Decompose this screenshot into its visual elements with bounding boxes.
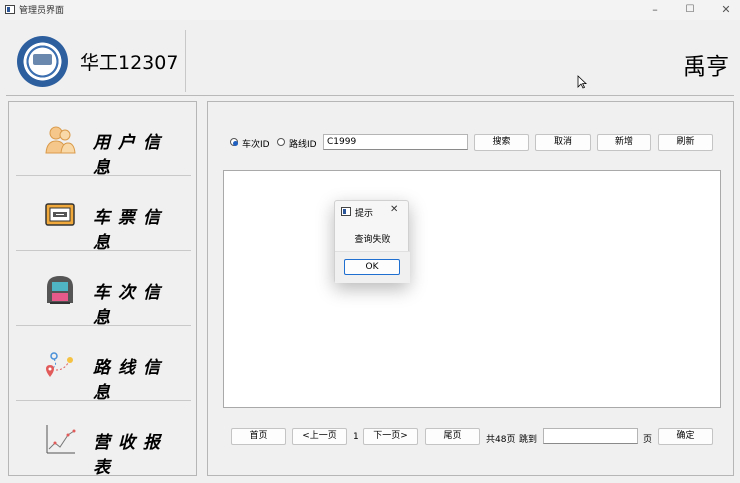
- sidebar-item-routes[interactable]: 路线信息: [16, 327, 191, 403]
- dialog-app-icon: [341, 207, 351, 216]
- university-logo: [17, 36, 68, 87]
- minimize-button[interactable]: –: [647, 2, 663, 18]
- jump-label: 跳到: [519, 435, 538, 445]
- results-table[interactable]: [223, 170, 721, 408]
- dialog-message: 查询失败: [354, 235, 391, 245]
- train-icon: [47, 276, 73, 304]
- header-separator: [6, 95, 734, 96]
- maximize-button[interactable]: ☐: [682, 2, 698, 18]
- refresh-button[interactable]: 刷新: [658, 134, 713, 151]
- dialog-close-icon[interactable]: ✕: [390, 204, 398, 215]
- sidebar-item-label: 车次信息: [93, 283, 168, 328]
- brand-title: 华工12307: [80, 52, 179, 74]
- app-icon: [5, 5, 15, 14]
- search-button[interactable]: 搜索: [474, 134, 529, 151]
- radio-route-id[interactable]: [277, 138, 285, 146]
- sidebar-item-label: 营收报表: [93, 433, 168, 478]
- jump-page-input[interactable]: [543, 428, 638, 444]
- sidebar-item-label: 车票信息: [93, 208, 168, 253]
- sidebar-item-trains[interactable]: 车次信息: [16, 252, 191, 328]
- sidebar-item-tickets[interactable]: 车票信息: [16, 177, 191, 253]
- window-title: 管理员界面: [19, 6, 65, 16]
- next-page-button[interactable]: 下一页>: [363, 428, 418, 445]
- confirm-jump-button[interactable]: 确定: [658, 428, 713, 445]
- user-name: 禹亨: [683, 54, 729, 80]
- sidebar-item-label: 路线信息: [93, 358, 168, 403]
- title-bar: [0, 0, 740, 20]
- radio-route-id-label: 路线ID: [289, 140, 317, 150]
- prev-page-button[interactable]: <上一页: [292, 428, 347, 445]
- total-pages: 共48页: [486, 435, 516, 445]
- sidebar-item-users[interactable]: 用户信息: [16, 102, 191, 178]
- radio-train-id-label: 车次ID: [242, 140, 270, 150]
- close-button[interactable]: ✕: [718, 2, 734, 18]
- dialog-ok-button[interactable]: OK: [344, 259, 400, 275]
- ticket-icon: [45, 203, 75, 226]
- search-input[interactable]: C1999: [323, 134, 468, 150]
- radio-train-id[interactable]: [230, 138, 238, 146]
- first-page-button[interactable]: 首页: [231, 428, 286, 445]
- current-page: 1: [353, 432, 359, 442]
- sidebar-item-label: 用户信息: [93, 133, 168, 178]
- last-page-button[interactable]: 尾页: [425, 428, 480, 445]
- sidebar: 用户信息 车票信息 车次信息 路线信息 营收报表: [8, 101, 197, 478]
- mouse-cursor-icon: [577, 75, 587, 89]
- cancel-button[interactable]: 取消: [535, 134, 591, 151]
- dialog-title: 提示: [355, 209, 374, 219]
- chart-icon: [46, 425, 76, 454]
- sidebar-item-revenue[interactable]: 营收报表: [16, 402, 191, 478]
- message-dialog: 提示 ✕ 查询失败 OK: [334, 200, 410, 283]
- header-divider: [185, 30, 186, 92]
- add-button[interactable]: 新增: [597, 134, 651, 151]
- route-icon: [46, 352, 73, 377]
- page-unit-label: 页: [643, 435, 653, 445]
- users-icon: [45, 126, 76, 154]
